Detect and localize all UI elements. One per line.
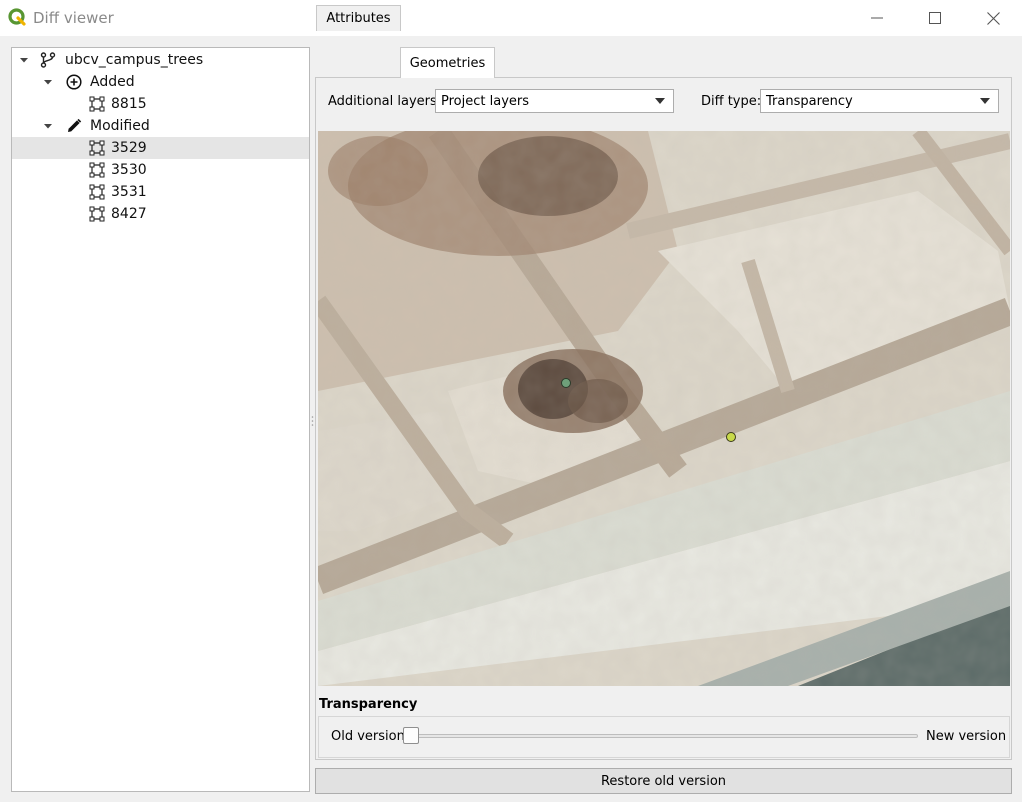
tree-group-label: Modified xyxy=(90,118,150,134)
transparency-slider-track[interactable] xyxy=(403,734,918,738)
tree-item-label: 3531 xyxy=(111,184,147,200)
geometry-feature-icon xyxy=(89,206,105,222)
tree-item-3530[interactable]: 3530 xyxy=(12,159,309,181)
chevron-down-icon xyxy=(980,98,990,104)
old-version-label: Old version xyxy=(331,729,405,744)
new-version-label: New version xyxy=(926,729,1007,744)
title-bar: Diff viewer xyxy=(0,0,1022,36)
tree-item-3529[interactable]: 3529 xyxy=(12,137,309,159)
changes-tree[interactable]: ubcv_campus_trees Added 8815 Modified 35… xyxy=(11,47,310,792)
tree-group-added[interactable]: Added xyxy=(12,71,309,93)
transparency-slider-handle[interactable] xyxy=(403,727,419,744)
maximize-icon xyxy=(929,12,941,24)
restore-old-version-button[interactable]: Restore old version xyxy=(315,768,1012,794)
tree-item-label: 8815 xyxy=(111,96,147,112)
tree-group-label: Added xyxy=(90,74,135,90)
tree-item-3531[interactable]: 3531 xyxy=(12,181,309,203)
plus-circle-icon xyxy=(66,74,82,90)
diff-type-value: Transparency xyxy=(766,94,853,109)
chevron-down-icon xyxy=(655,98,665,104)
old-version-point[interactable] xyxy=(561,378,571,388)
geometry-feature-icon xyxy=(89,96,105,112)
tree-item-label: 8427 xyxy=(111,206,147,222)
aerial-imagery xyxy=(318,131,1010,686)
branch-icon xyxy=(40,52,56,68)
qgis-logo-icon xyxy=(8,8,26,26)
tree-item-label: 3529 xyxy=(111,140,147,156)
chevron-down-icon[interactable] xyxy=(19,55,29,65)
tab-attributes[interactable]: Attributes xyxy=(316,5,401,31)
tab-geometries[interactable]: Geometries xyxy=(400,47,495,78)
additional-layers-label: Additional layers: xyxy=(328,94,442,109)
window-title: Diff viewer xyxy=(33,9,114,27)
pencil-icon xyxy=(68,118,82,132)
close-icon xyxy=(986,11,1000,25)
transparency-section-title: Transparency xyxy=(319,697,418,712)
geometry-feature-icon xyxy=(89,184,105,200)
diff-type-select[interactable]: Transparency xyxy=(760,89,999,113)
geometry-feature-icon xyxy=(89,140,105,156)
tree-item-8427[interactable]: 8427 xyxy=(12,203,309,225)
tree-item-8815[interactable]: 8815 xyxy=(12,93,309,115)
close-button[interactable] xyxy=(964,0,1022,36)
chevron-down-icon[interactable] xyxy=(43,77,53,87)
tree-group-modified[interactable]: Modified xyxy=(12,115,309,137)
minimize-button[interactable] xyxy=(848,0,906,36)
diff-type-label: Diff type: xyxy=(701,94,762,109)
tree-root-row[interactable]: ubcv_campus_trees xyxy=(12,49,309,71)
maximize-button[interactable] xyxy=(906,0,964,36)
additional-layers-select[interactable]: Project layers xyxy=(435,89,674,113)
tree-item-label: 3530 xyxy=(111,162,147,178)
minimize-icon xyxy=(871,17,883,19)
tree-root-label: ubcv_campus_trees xyxy=(65,52,204,68)
new-version-point[interactable] xyxy=(726,432,736,442)
chevron-down-icon[interactable] xyxy=(43,121,53,131)
additional-layers-value: Project layers xyxy=(441,94,529,109)
geometry-feature-icon xyxy=(89,162,105,178)
splitter-handle[interactable] xyxy=(311,415,314,427)
map-canvas[interactable] xyxy=(318,131,1010,686)
